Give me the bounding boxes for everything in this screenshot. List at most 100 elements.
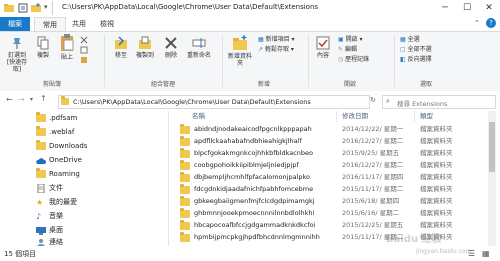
pin-label: 釘選到[快速存取] <box>6 52 28 73</box>
file-row[interactable]: fdcgdnkidjaadafnichfpabhfomcebme 2015/11/… <box>170 184 482 195</box>
properties-button[interactable]: 內容 <box>312 36 334 59</box>
easy-access-label: 輕鬆存取 <box>264 46 289 53</box>
paste-shortcut-button[interactable] <box>80 56 88 66</box>
window-title: C:\Users\PK\AppData\Local\Google\Chrome\… <box>62 3 319 11</box>
help-icon[interactable]: ? <box>486 18 496 28</box>
file-row[interactable]: coobgpohoikkiipiblmjeljniedjpjpf 2016/12/… <box>170 160 482 171</box>
ribbon-tabs: 檔案 常用 共用 檢視 ⌃ ? <box>0 17 500 31</box>
file-row[interactable]: blpcfgokakmgnkcojhhkbfbldkacnbeo 2015/9/2… <box>170 148 482 159</box>
open-label: 開啟 <box>345 36 358 43</box>
minimize-button[interactable]: ─ <box>434 0 456 17</box>
paste-label: 貼上 <box>60 54 73 61</box>
address-row: ← → ▾ ↑ C:\Users\PK\AppData\Local\Google… <box>0 91 500 111</box>
select-group-label: 選取 <box>419 81 432 88</box>
easy-access-button[interactable]: ↗ 輕鬆存取 ▾ <box>258 45 294 54</box>
file-name: blpcfgokakmgnkcojhhkbfbldkacnbeo <box>194 149 314 157</box>
organize-group-label: 組合管理 <box>150 81 175 88</box>
delete-button[interactable]: 刪除 <box>160 36 182 59</box>
tab-home[interactable]: 常用 <box>34 17 66 31</box>
folder-icon <box>180 196 190 206</box>
ribbon-collapse-icon[interactable]: ⌃ <box>474 19 480 27</box>
file-row[interactable]: dbjbempljhcmhlfpfacalomonjpalpko 2016/11/… <box>170 172 482 183</box>
file-type: 檔案資料夾 <box>420 185 453 193</box>
folder-icon <box>180 124 190 134</box>
folder-icon <box>180 136 190 146</box>
up-arrow-icon[interactable]: ↑ <box>40 94 47 103</box>
quick-access-dropdown-icon[interactable]: ▾ <box>44 3 48 11</box>
file-name: apdfllckaahabafndbhieahigkjlhalf <box>194 137 302 145</box>
new-folder-button[interactable]: 新增資料夾 <box>226 35 254 67</box>
copy-path-icon <box>80 46 88 54</box>
watermark-url: jingyan.baidu.com <box>416 248 472 255</box>
column-header-date[interactable]: 修改日期 <box>342 111 368 122</box>
paste-button[interactable]: 貼上 <box>56 34 78 61</box>
file-date: 2015/9/25/ 星期五 <box>342 149 400 157</box>
select-none-icon: ▢ <box>400 46 408 53</box>
new-folder-icon <box>233 35 247 50</box>
recent-locations-icon[interactable]: ▾ <box>30 96 33 103</box>
tab-file[interactable]: 檔案 <box>0 17 30 31</box>
music-icon: ♪ <box>36 212 42 221</box>
open-group-label: 開啟 <box>343 81 356 88</box>
new-group-label: 新增 <box>257 81 270 88</box>
cut-button[interactable] <box>80 36 88 46</box>
move-to-icon <box>115 36 127 49</box>
move-to-button[interactable]: 移至 <box>110 36 132 59</box>
file-row[interactable]: apdfllckaahabafndbhieahigkjlhalf 2016/12/… <box>170 136 482 147</box>
search-input[interactable]: ⌕ 搜尋 Extensions <box>382 95 496 109</box>
history-button[interactable]: ◷ 歷程記錄 <box>338 55 369 64</box>
file-row[interactable]: abidndjnodakeaicodfpgcnlkpppapah 2014/12/… <box>170 124 482 135</box>
ribbon-divider <box>104 35 105 87</box>
pin-quick-access-button[interactable]: 釘選到[快速存取] <box>4 36 30 73</box>
move-to-label: 移至 <box>114 52 127 59</box>
address-path: C:\Users\PK\AppData\Local\Google\Chrome\… <box>73 98 311 106</box>
new-item-button[interactable]: ▦ 新增項目 ▾ <box>258 35 295 44</box>
edit-button[interactable]: ✎ 編輯 <box>338 45 357 54</box>
ribbon: 釘選到[快速存取] 複製 貼上 剪貼簿 移至 複製到 刪除 重新命名 組合管理 … <box>0 31 500 93</box>
file-row[interactable]: gbkeegbaiigmenfmjfclcdgdpimamgkj 2015/6/1… <box>170 196 482 207</box>
column-header-name[interactable]: 名稱 <box>192 111 205 122</box>
rename-button[interactable]: 重新命名 <box>186 36 212 59</box>
maximize-button[interactable]: ☐ <box>456 0 478 17</box>
refresh-icon[interactable]: ↻ <box>370 96 376 104</box>
star-icon: ★ <box>36 198 44 207</box>
large-icons-view-icon[interactable]: ▦ <box>482 249 490 258</box>
column-header-type[interactable]: 類型 <box>420 111 433 122</box>
cut-icon <box>80 36 88 44</box>
tab-view[interactable]: 檢視 <box>92 17 122 31</box>
select-none-label: 全部不選 <box>407 46 432 53</box>
copy-to-button[interactable]: 複製到 <box>134 36 156 59</box>
invert-selection-label: 反向選擇 <box>407 56 432 63</box>
close-button[interactable]: ✕ <box>478 0 500 17</box>
properties-check-icon <box>316 36 330 50</box>
back-arrow-icon[interactable]: ← <box>6 95 13 104</box>
nav-item-label: .weblaf <box>49 128 75 136</box>
copy-button[interactable]: 複製 <box>32 36 54 59</box>
file-row[interactable]: ghbmnnjooekpmoecnnnilnnbdlolhkhi 2015/6/1… <box>170 208 482 219</box>
address-bar[interactable]: C:\Users\PK\AppData\Local\Google\Chrome\… <box>58 95 370 109</box>
copy-path-button[interactable] <box>80 46 88 56</box>
folder-icon <box>36 140 46 150</box>
open-button[interactable]: ▣ 開啟 ▾ <box>338 35 363 44</box>
new-folder-quick-icon[interactable] <box>31 3 41 13</box>
edit-icon: ✎ <box>338 46 345 53</box>
file-name: ghbmnnjooekpmoecnnnilnnbdlolhkhi <box>194 209 315 217</box>
title-bar: ▾ C:\Users\PK\AppData\Local\Google\Chrom… <box>0 0 500 18</box>
select-all-button[interactable]: ▦ 全選 <box>400 35 420 44</box>
file-type: 檔案資料夾 <box>420 173 453 181</box>
properties-icon[interactable] <box>18 3 28 13</box>
file-name: fdcgdnkidjaadafnichfpabhfomcebme <box>194 185 314 193</box>
rename-icon <box>192 38 206 48</box>
nav-item-label: 音樂 <box>49 212 63 220</box>
select-none-button[interactable]: ▢ 全部不選 <box>400 45 432 54</box>
rename-label: 重新命名 <box>186 52 211 59</box>
invert-selection-button[interactable]: ◧ 反向選擇 <box>400 55 432 64</box>
file-name: hbcapocoafbfccjgdgammadknkdkcfoi <box>194 221 316 229</box>
copy-to-icon <box>139 36 151 49</box>
scrollbar-thumb[interactable] <box>489 122 495 172</box>
clipboard-group-label: 剪貼簿 <box>42 81 61 88</box>
easy-access-icon: ↗ <box>258 46 265 53</box>
forward-arrow-icon[interactable]: → <box>18 95 25 104</box>
tab-share[interactable]: 共用 <box>64 17 94 31</box>
address-folder-icon <box>61 96 69 105</box>
